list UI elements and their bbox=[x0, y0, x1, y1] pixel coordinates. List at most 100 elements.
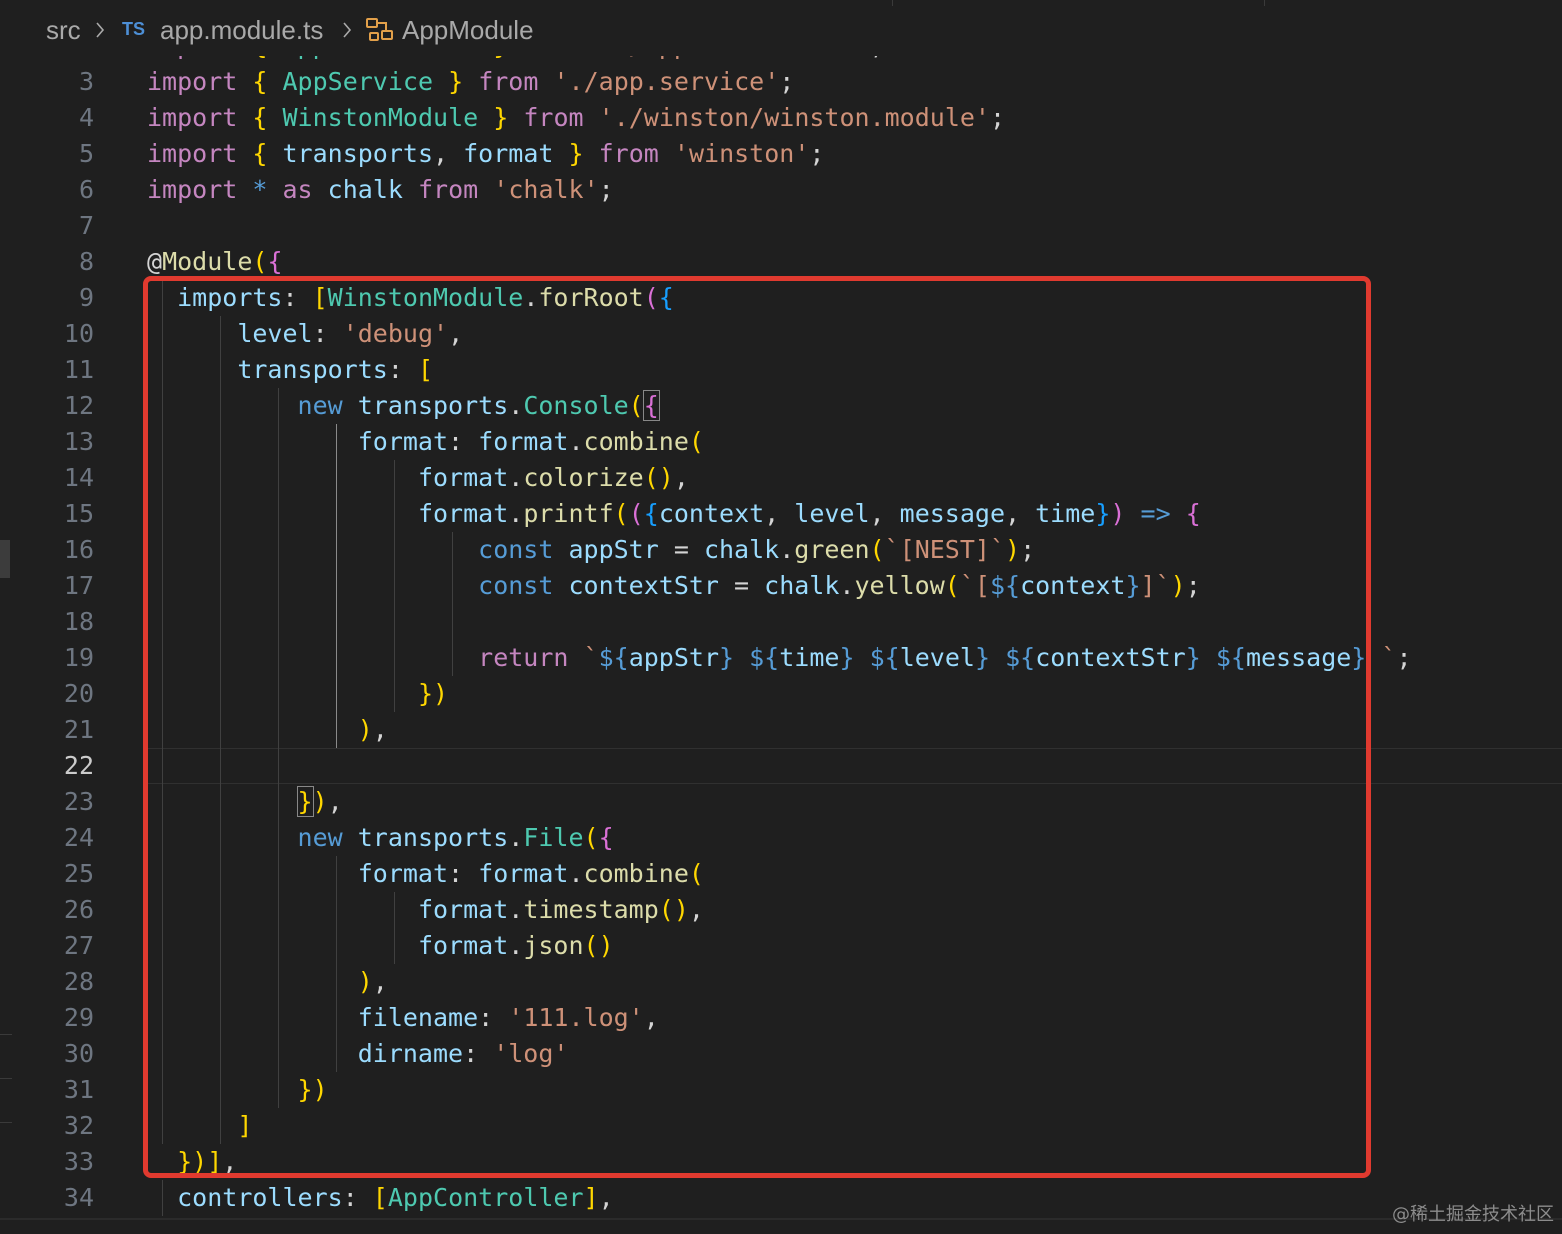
code-line[interactable]: 27 format.json() bbox=[0, 928, 1562, 964]
line-number: 34 bbox=[63, 1183, 94, 1212]
code-line[interactable]: 21 ), bbox=[0, 712, 1562, 748]
code-editor[interactable]: 2import { AppController } from './app.co… bbox=[0, 0, 1562, 1234]
line-number: 10 bbox=[63, 319, 94, 348]
breadcrumb-file[interactable]: app.module.ts bbox=[160, 14, 323, 46]
code-line[interactable]: 13 format: format.combine( bbox=[0, 424, 1562, 460]
code-text: new transports.File({ bbox=[297, 823, 614, 852]
code-line[interactable]: 31 }) bbox=[0, 1072, 1562, 1108]
line-number: 23 bbox=[63, 787, 94, 816]
line-number: 27 bbox=[63, 931, 94, 960]
line-number: 25 bbox=[63, 859, 94, 888]
line-number: 21 bbox=[63, 715, 94, 744]
code-line[interactable]: 17 const contextStr = chalk.yellow(`[${c… bbox=[0, 568, 1562, 604]
code-line[interactable]: 30 dirname: 'log' bbox=[0, 1036, 1562, 1072]
code-text: }) bbox=[417, 679, 449, 708]
code-line[interactable]: 26 format.timestamp(), bbox=[0, 892, 1562, 928]
code-text: const appStr = chalk.green(`[NEST]`); bbox=[478, 535, 1036, 564]
code-line[interactable]: 3 import { AppService } from './app.servi… bbox=[0, 64, 1562, 100]
code-line[interactable]: 15 format.printf(({context, level, messa… bbox=[0, 496, 1562, 532]
module-symbol-icon bbox=[366, 18, 393, 41]
code-line[interactable]: 4 import { WinstonModule } from './winsto… bbox=[0, 100, 1562, 136]
breadcrumb: src TS app.module.ts AppModule bbox=[0, 0, 1562, 56]
line-number: 30 bbox=[63, 1039, 94, 1068]
code-line[interactable]: 12 new transports.Console({ bbox=[0, 388, 1562, 424]
line-number: 17 bbox=[63, 571, 94, 600]
indent-guide bbox=[335, 604, 337, 640]
code-text: ), bbox=[357, 967, 388, 996]
code-line[interactable]: 18 bbox=[0, 604, 1562, 640]
code-text: })], bbox=[177, 1147, 238, 1176]
code-text: format: format.combine( bbox=[357, 859, 704, 888]
line-number: 5 bbox=[78, 139, 94, 168]
code-text: filename: '111.log', bbox=[357, 1003, 659, 1032]
code-line[interactable]: 11 transports: [ bbox=[0, 352, 1562, 388]
line-number: 12 bbox=[63, 391, 94, 420]
code-text: @Module({ bbox=[147, 247, 283, 276]
line-number: 28 bbox=[63, 967, 94, 996]
code-line[interactable]: 5 import { transports, format } from 'win… bbox=[0, 136, 1562, 172]
code-line[interactable]: 24 new transports.File({ bbox=[0, 820, 1562, 856]
code-line[interactable]: 29 filename: '111.log', bbox=[0, 1000, 1562, 1036]
code-text: import { WinstonModule } from './winston… bbox=[147, 103, 1006, 132]
indent-guide bbox=[393, 604, 395, 640]
indent-guide bbox=[277, 604, 279, 640]
code-text: imports: [WinstonModule.forRoot({ bbox=[177, 283, 674, 312]
code-text: }), bbox=[296, 786, 343, 817]
line-number: 11 bbox=[63, 355, 94, 384]
code-text: format: format.combine( bbox=[357, 427, 704, 456]
code-text: ] bbox=[237, 1111, 253, 1140]
indent-guide bbox=[219, 748, 221, 784]
indent-guide bbox=[161, 748, 163, 784]
code-line[interactable]: 6 import * as chalk from 'chalk'; bbox=[0, 172, 1562, 208]
breadcrumb-folder[interactable]: src bbox=[46, 14, 81, 46]
code-text: new transports.Console({ bbox=[297, 390, 660, 421]
watermark: @稀土掘金技术社区 bbox=[1392, 1204, 1554, 1225]
tab-divider bbox=[894, 0, 1265, 6]
code-text: import { transports, format } from 'wins… bbox=[147, 139, 825, 168]
indent-guide bbox=[451, 604, 453, 640]
chevron-right-icon bbox=[96, 22, 105, 38]
code-text: format.printf(({context, level, message,… bbox=[417, 499, 1201, 528]
line-number: 4 bbox=[78, 103, 94, 132]
code-line[interactable]: 28 ), bbox=[0, 964, 1562, 1000]
line-number: 32 bbox=[63, 1111, 94, 1140]
code-text: import { AppService } from './app.servic… bbox=[147, 67, 795, 96]
line-number: 16 bbox=[63, 535, 94, 564]
code-text: format.colorize(), bbox=[417, 463, 689, 492]
line-number: 29 bbox=[63, 1003, 94, 1032]
code-line[interactable]: 16 const appStr = chalk.green(`[NEST]`); bbox=[0, 532, 1562, 568]
code-text: }) bbox=[297, 1075, 328, 1104]
code-text: controllers: [AppController], bbox=[177, 1183, 614, 1212]
code-line[interactable]: 22 bbox=[0, 748, 1562, 784]
code-line[interactable]: 33 })], bbox=[0, 1144, 1562, 1180]
code-line[interactable]: 32 ] bbox=[0, 1108, 1562, 1144]
code-line[interactable]: 14 format.colorize(), bbox=[0, 460, 1562, 496]
code-line[interactable]: 34 controllers: [AppController], bbox=[0, 1180, 1562, 1216]
line-number: 13 bbox=[63, 427, 94, 456]
code-line[interactable]: 25 format: format.combine( bbox=[0, 856, 1562, 892]
typescript-file-icon: TS bbox=[122, 19, 146, 39]
code-line[interactable]: 10 level: 'debug', bbox=[0, 316, 1562, 352]
indent-guide bbox=[219, 604, 221, 640]
code-line[interactable]: 9 imports: [WinstonModule.forRoot({ bbox=[0, 280, 1562, 316]
code-line[interactable]: 23 }), bbox=[0, 784, 1562, 820]
line-number: 26 bbox=[63, 895, 94, 924]
code-text: return `${appStr} ${time} ${level} ${con… bbox=[478, 643, 1412, 672]
panel-divider bbox=[0, 1078, 12, 1079]
chevron-right-icon bbox=[343, 22, 352, 38]
horizontal-scrollbar[interactable] bbox=[0, 1218, 1562, 1220]
code-line[interactable]: 7 bbox=[0, 208, 1562, 244]
code-text: level: 'debug', bbox=[237, 319, 464, 348]
code-line[interactable]: 19 return `${appStr} ${time} ${level} ${… bbox=[0, 640, 1562, 676]
panel-sash[interactable] bbox=[0, 540, 10, 578]
indent-guide bbox=[277, 748, 279, 784]
code-text: transports: [ bbox=[237, 355, 433, 384]
line-number: 15 bbox=[63, 499, 94, 528]
line-number: 19 bbox=[63, 643, 94, 672]
line-number: 31 bbox=[63, 1075, 94, 1104]
current-line-highlight bbox=[147, 748, 1562, 784]
line-number: 20 bbox=[63, 679, 94, 708]
code-line[interactable]: 20 }) bbox=[0, 676, 1562, 712]
breadcrumb-symbol[interactable]: AppModule bbox=[402, 14, 534, 46]
code-line[interactable]: 8 @Module({ bbox=[0, 244, 1562, 280]
